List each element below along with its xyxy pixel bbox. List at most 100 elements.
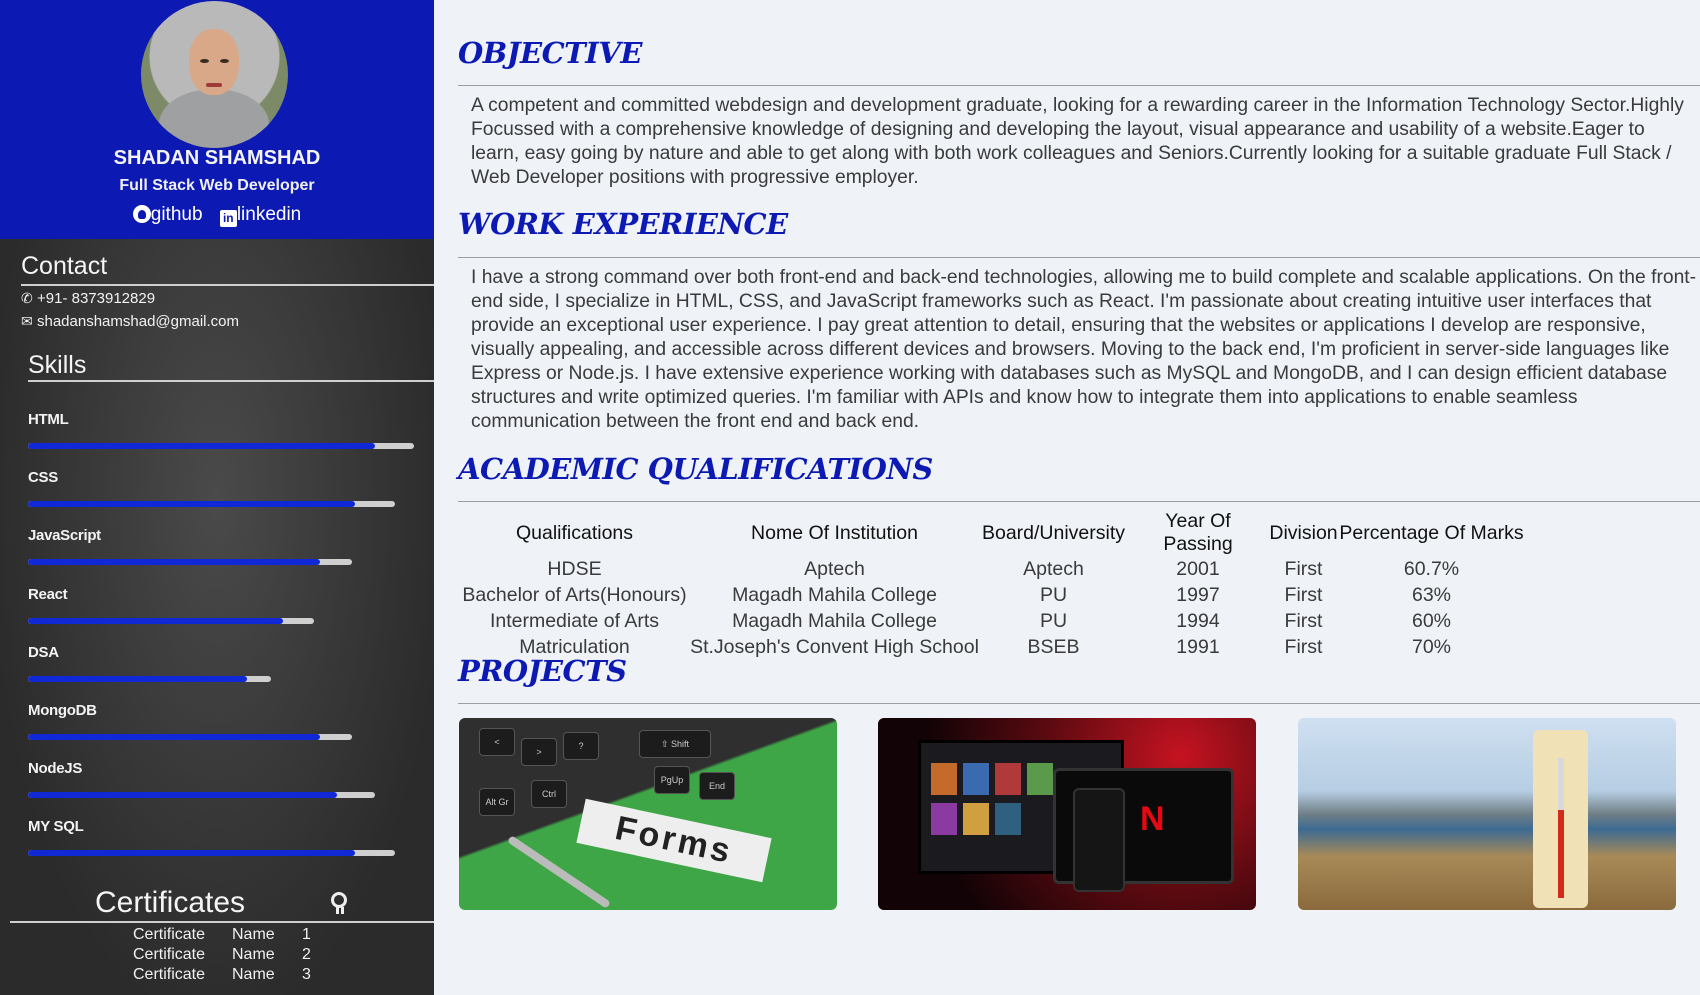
profile-name: SHADAN SHAMSHAD — [113, 147, 321, 169]
certificate-cell: Certificate — [133, 946, 206, 963]
skill-progress-bar — [28, 501, 395, 508]
skill-progress-fill — [28, 559, 320, 566]
table-cell: St.Joseph's Convent High School — [690, 635, 979, 658]
github-label: github — [150, 204, 203, 225]
experience-text: I have a strong command over both front-… — [471, 267, 1697, 432]
certificate-cell: 3 — [302, 966, 311, 983]
linkedin-label: linkedin — [236, 204, 302, 225]
column-header: Board/University — [981, 521, 1126, 544]
skill-progress-fill — [28, 501, 355, 508]
table-cell: 1994 — [1176, 609, 1220, 632]
certificates-table: Certificate Name 1 Certificate Name 2 Ce… — [133, 925, 311, 985]
experience-divider — [458, 257, 1700, 258]
contact-phone[interactable]: ✆ +91- 8373912829 — [21, 290, 155, 307]
table-cell: First — [1284, 583, 1323, 606]
skill-label: React — [28, 585, 68, 603]
table-cell: BSEB — [1027, 635, 1080, 658]
table-row: Intermediate of Arts Magadh Mahila Colle… — [459, 608, 1524, 634]
objective-heading: OBJECTIVE — [458, 36, 642, 70]
github-icon — [132, 205, 151, 223]
project-card-netflix[interactable]: N — [878, 718, 1256, 910]
table-cell: First — [1284, 557, 1323, 580]
table-cell: 1997 — [1176, 583, 1220, 606]
project-caption: Forms — [576, 798, 772, 883]
skill-label: MY SQL — [28, 818, 84, 836]
certificate-cell: Name — [232, 966, 275, 983]
table-cell: 70% — [1411, 635, 1452, 658]
experience-heading: WORK EXPERIENCE — [458, 207, 788, 241]
objective-divider — [458, 85, 1700, 86]
certificates-divider — [10, 921, 434, 923]
linkedin-icon: in — [219, 210, 237, 227]
contact-email[interactable]: ✉ shadanshamshad@gmail.com — [21, 313, 239, 330]
sidebar: SHADAN SHAMSHAD Full Stack Web Developer… — [0, 0, 434, 995]
certificate-row: Certificate Name 3 — [133, 965, 311, 985]
certificate-cell: 2 — [302, 946, 311, 963]
objective-text: A competent and committed webdesign and … — [471, 95, 1684, 188]
skill-progress-bar — [28, 850, 395, 857]
phone-icon: ✆ — [21, 290, 33, 306]
skills-divider — [28, 380, 434, 382]
table-cell: Aptech — [804, 557, 865, 580]
skill-progress-fill — [28, 443, 376, 449]
contact-divider — [21, 284, 434, 286]
skill-progress-bar — [28, 443, 414, 449]
email-text: shadanshamshad@gmail.com — [37, 313, 239, 330]
column-header: Nome Of Institution — [751, 521, 918, 544]
table-row: Bachelor of Arts(Honours) Magadh Mahila … — [459, 582, 1524, 608]
skill-progress-fill — [28, 675, 247, 682]
table-cell: Intermediate of Arts — [489, 609, 660, 632]
skill-progress-fill — [28, 734, 320, 740]
certificate-cell: Certificate — [133, 926, 206, 943]
certificate-cell: Certificate — [133, 966, 206, 983]
skill-progress-bar — [28, 617, 314, 624]
phone-text: +91- 8373912829 — [37, 290, 156, 307]
medal-icon — [331, 892, 347, 914]
table-cell: First — [1284, 609, 1323, 632]
table-cell: 60.7% — [1403, 557, 1460, 580]
column-header: Year Of Passing — [1163, 510, 1233, 555]
table-cell: 2001 — [1176, 557, 1220, 580]
table-cell: Magadh Mahila College — [732, 583, 937, 606]
skill-progress-fill — [28, 850, 355, 857]
projects-divider — [458, 703, 1700, 704]
skills-heading: Skills — [28, 351, 87, 379]
academic-divider — [458, 501, 1700, 502]
certificate-cell: Name — [232, 946, 275, 963]
profile-card: SHADAN SHAMSHAD Full Stack Web Developer… — [0, 0, 434, 239]
certificate-row: Certificate Name 1 — [133, 925, 311, 945]
table-cell: 60% — [1411, 609, 1452, 632]
certificate-cell: 1 — [302, 926, 311, 943]
social-links: github in linkedin — [0, 204, 434, 227]
project-card-weather[interactable] — [1298, 718, 1676, 910]
skill-label: HTML — [28, 411, 69, 428]
qualifications-header-row: Qualifications Nome Of Institution Board… — [459, 510, 1524, 556]
column-header: Division — [1269, 521, 1338, 544]
table-cell: HDSE — [547, 557, 602, 580]
column-header: Percentage Of Marks — [1339, 521, 1524, 544]
table-cell: Aptech — [1023, 557, 1084, 580]
column-header: Qualifications — [515, 521, 634, 544]
skill-label: CSS — [28, 469, 58, 487]
skill-label: DSA — [28, 643, 59, 661]
skill-label: JavaScript — [28, 527, 101, 545]
linkedin-link[interactable]: in linkedin — [219, 204, 302, 227]
skill-progress-bar — [28, 559, 352, 566]
envelope-icon: ✉ — [21, 313, 33, 329]
contact-heading: Contact — [21, 252, 108, 280]
table-cell: PU — [1039, 609, 1068, 632]
avatar — [141, 1, 288, 148]
table-cell: PU — [1039, 583, 1068, 606]
table-cell: 1991 — [1176, 635, 1220, 658]
skill-label: MongoDB — [28, 702, 97, 719]
project-caption: N — [1140, 800, 1165, 838]
qualifications-table: Qualifications Nome Of Institution Board… — [459, 510, 1524, 660]
skill-progress-fill — [28, 617, 283, 624]
skill-label: NodeJS — [28, 760, 83, 778]
project-card-forms[interactable]: < > ? ⇧ Shift Alt Gr Ctrl PgUp End Forms — [459, 718, 837, 910]
academic-heading: ACADEMIC QUALIFICATIONS — [458, 452, 933, 486]
table-row: HDSE Aptech Aptech 2001 First 60.7% — [459, 556, 1524, 582]
thermometer-icon — [1533, 730, 1588, 908]
profile-role: Full Stack Web Developer — [119, 177, 315, 194]
github-link[interactable]: github — [132, 204, 208, 225]
